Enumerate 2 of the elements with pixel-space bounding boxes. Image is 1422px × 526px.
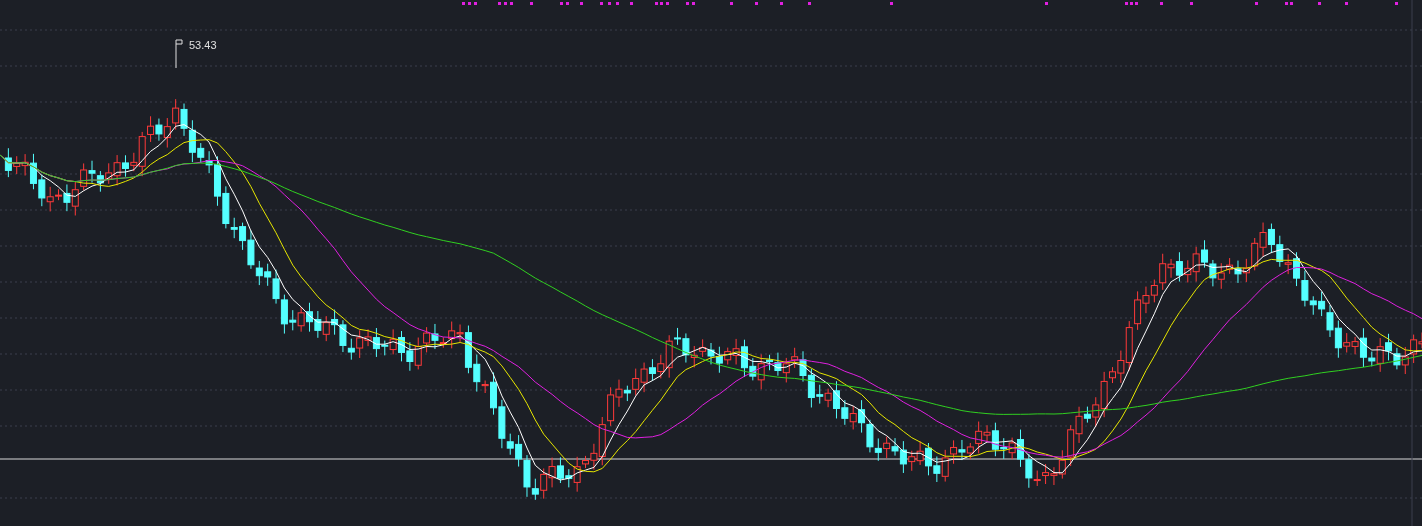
high-price-label: 53.43 xyxy=(189,39,217,51)
flag-icon xyxy=(175,39,183,69)
